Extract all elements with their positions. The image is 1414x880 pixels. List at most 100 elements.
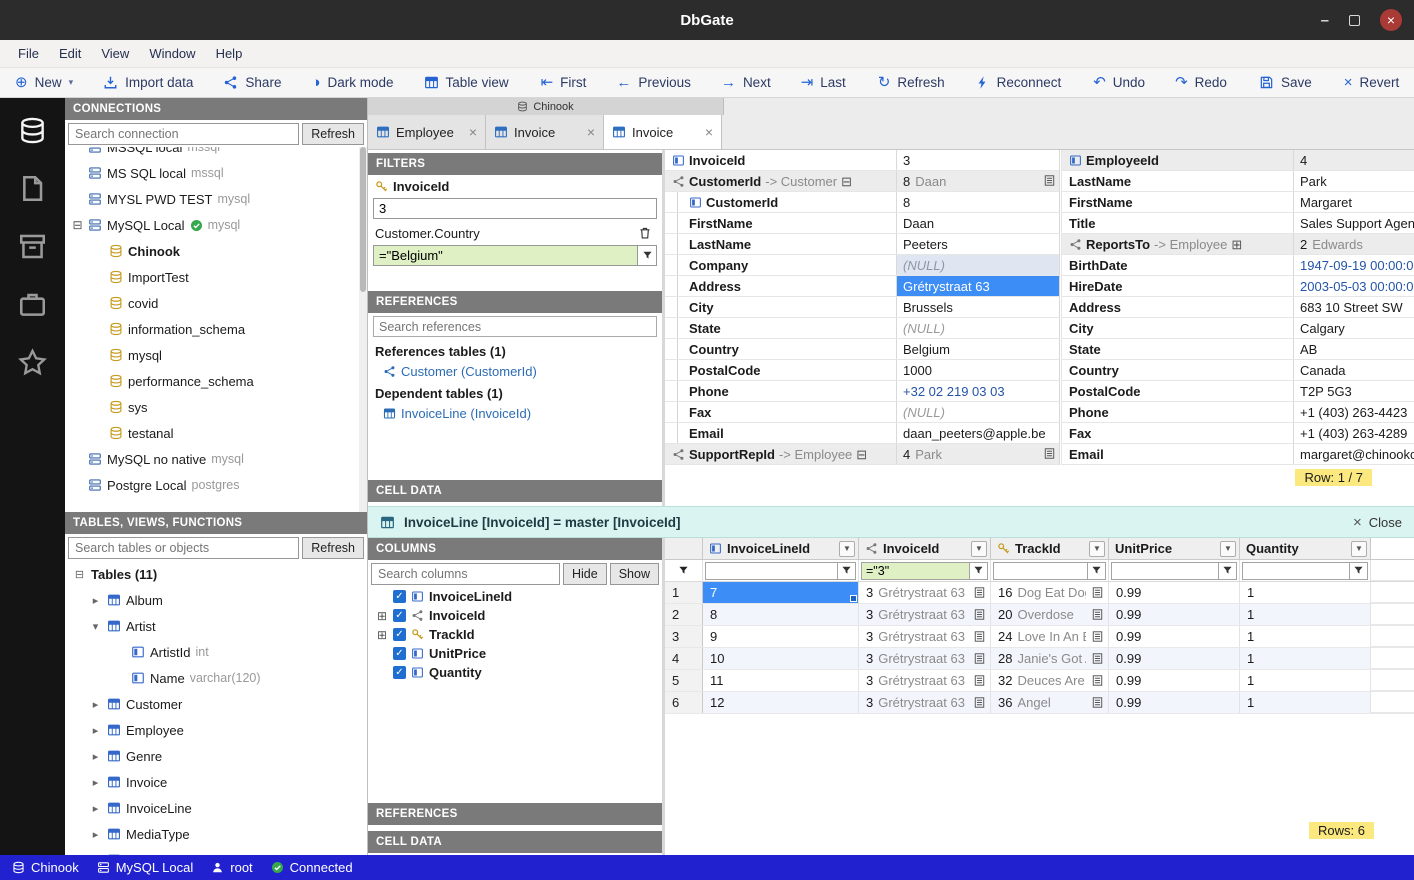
open-record-icon[interactable] [1091,652,1104,665]
header-unitprice[interactable]: UnitPrice ▼ [1109,538,1240,560]
connection-item[interactable]: MSSQL local mssql [65,147,367,160]
invoiceid-filter-input[interactable] [861,562,970,580]
favorites-nav-icon[interactable] [18,348,47,377]
close-tab-icon[interactable]: × [705,124,713,140]
expand-arrow[interactable]: ▸ [89,594,102,607]
cell-invoiceid[interactable]: 3 Grétrystraat 63 [859,582,991,603]
field-value-cell[interactable]: (NULL) [897,402,1059,422]
row-number[interactable]: 4 [665,648,703,669]
field-label-cell[interactable]: Phone [665,381,897,401]
expand-collapse-box[interactable]: ⊟ [72,218,83,232]
cell-invoiceid[interactable]: 3 Grétrystraat 63 [859,626,991,647]
columns-search-input[interactable] [371,563,560,585]
cell-quantity[interactable]: 1 [1240,626,1371,647]
connection-item[interactable]: performance_schema [65,368,367,394]
expand-arrow[interactable]: ▸ [89,724,102,737]
field-value-cell[interactable]: Margaret [1294,192,1414,212]
expand-arrow[interactable]: ▾ [89,620,102,633]
tree-item[interactable]: ▸ Employee [65,717,367,743]
connection-item[interactable]: MS SQL local mssql [65,160,367,186]
field-value-cell[interactable]: +1 (403) 263-4289 [1294,423,1414,443]
field-value-cell[interactable]: T2P 5G3 [1294,381,1414,401]
remove-filter-button[interactable] [635,224,655,243]
expand-arrow[interactable]: ▸ [89,776,102,789]
revert-button[interactable]: ×Revert [1329,68,1414,97]
field-value-cell[interactable]: 3 [897,150,1059,170]
trackid-filter-input[interactable] [993,562,1088,580]
field-value-cell[interactable]: 4 [1294,150,1414,170]
cell-invoicelineid[interactable]: 12 [703,692,859,713]
filter-menu-button[interactable] [970,562,988,580]
maximize-button[interactable] [1349,15,1360,26]
field-label-cell[interactable]: Fax [665,402,897,422]
redo-button[interactable]: ↷Redo [1160,68,1242,97]
unitprice-filter-input[interactable] [1111,562,1219,580]
cell-quantity[interactable]: 1 [1240,604,1371,625]
field-label-cell[interactable]: CustomerId -> Customer ⊟ [665,171,897,191]
field-value-cell[interactable]: Canada [1294,360,1414,380]
field-value-cell[interactable]: Park [1294,171,1414,191]
import-data-button[interactable]: Import data [88,68,208,97]
expand-collapse-box[interactable]: ⊟ [841,175,852,188]
tab-invoice-2-active[interactable]: Invoice × [604,115,722,149]
connection-item[interactable]: information_schema [65,316,367,342]
column-toggle-row[interactable]: ⊞ ✓ InvoiceId [368,606,662,625]
last-button[interactable]: ⇥Last [786,68,861,97]
connection-search-input[interactable] [68,123,299,145]
close-detail-button[interactable]: × Close [1353,514,1402,531]
field-value-cell[interactable]: 8 Daan [897,171,1059,191]
reference-link-customer[interactable]: Customer (CustomerId) [368,361,662,382]
reconnect-button[interactable]: Reconnect [960,68,1077,97]
cell-invoicelineid[interactable]: 7 [703,582,859,603]
field-label-cell[interactable]: Email [665,423,897,443]
field-value-cell[interactable]: 2003-05-03 00:00:00 [1294,276,1414,296]
field-value-cell[interactable]: 4 Park [897,444,1059,464]
tree-item[interactable]: ▸ Invoice [65,769,367,795]
field-label-cell[interactable]: HireDate [1062,276,1294,296]
open-record-icon[interactable] [1091,696,1104,709]
column-toggle-row[interactable]: ✓ Quantity [368,663,662,682]
field-label-cell[interactable]: Company [665,255,897,275]
connection-item[interactable]: sys [65,394,367,420]
tree-item[interactable]: ⊟ Tables (11) [65,561,367,587]
open-record-icon[interactable] [973,652,986,665]
expand-arrow[interactable]: ⊟ [73,568,86,581]
invoiceid-filter-input[interactable] [373,198,657,219]
expand-arrow[interactable]: ▸ [89,750,102,763]
quantity-filter-input[interactable] [1242,562,1350,580]
filter-menu-button[interactable] [638,245,657,266]
invoicelineid-filter-input[interactable] [705,562,838,580]
column-menu-button[interactable]: ▼ [971,541,987,557]
field-label-cell[interactable]: InvoiceId [665,150,897,170]
column-checkbox[interactable]: ✓ [393,666,406,679]
tree-item[interactable]: Name varchar(120) [65,665,367,691]
filter-menu-button[interactable] [1088,562,1106,580]
field-value-cell[interactable]: +1 (403) 263-4423 [1294,402,1414,422]
cell-invoicelineid[interactable]: 9 [703,626,859,647]
expand-arrow[interactable]: ▸ [89,698,102,711]
cell-invoicelineid[interactable]: 11 [703,670,859,691]
tree-item[interactable]: ▸ Customer [65,691,367,717]
cell-invoiceid[interactable]: 3 Grétrystraat 63 [859,692,991,713]
open-record-icon[interactable] [973,696,986,709]
field-value-cell[interactable]: 683 10 Street SW [1294,297,1414,317]
status-user[interactable]: root [211,860,252,875]
tab-invoice-1[interactable]: Invoice × [486,115,604,149]
expand-collapse-box[interactable]: ⊞ [1231,238,1242,251]
status-connection[interactable]: MySQL Local [97,860,194,875]
tree-item[interactable]: ▸ InvoiceLine [65,795,367,821]
cell-quantity[interactable]: 1 [1240,582,1371,603]
open-record-icon[interactable] [1043,174,1056,187]
filter-menu-button[interactable] [1350,562,1368,580]
field-label-cell[interactable]: PostalCode [1062,381,1294,401]
minimize-button[interactable]: – [1321,12,1329,29]
expand-collapse-box[interactable]: ⊞ [376,628,388,642]
cell-unitprice[interactable]: 0.99 [1109,648,1240,669]
field-label-cell[interactable]: EmployeeId [1062,150,1294,170]
cell-trackid[interactable]: 36 Angel [991,692,1109,713]
column-checkbox[interactable]: ✓ [393,628,406,641]
refresh-button[interactable]: ↻Refresh [863,68,960,97]
row-number[interactable]: 3 [665,626,703,647]
field-value-cell[interactable]: Daan [897,213,1059,233]
header-invoiceid[interactable]: InvoiceId ▼ [859,538,991,560]
